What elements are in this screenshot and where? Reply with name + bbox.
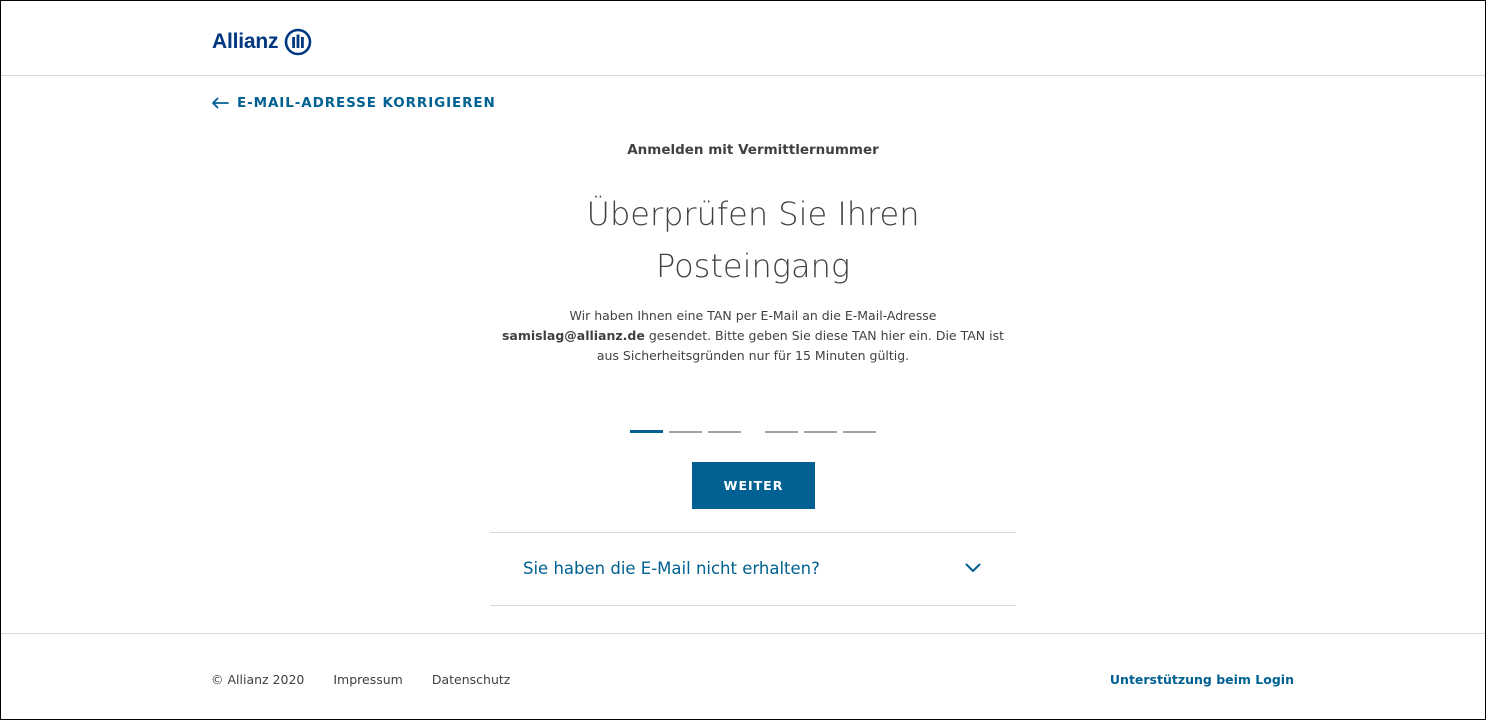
login-support-link[interactable]: Unterstützung beim Login — [1110, 672, 1294, 687]
correct-email-link[interactable]: E-MAIL-ADRESSE KORRIGIEREN — [211, 95, 496, 111]
login-method-label: Anmelden mit Vermittlernummer — [627, 142, 879, 158]
page-title-line2: Posteingang — [655, 247, 851, 285]
site-header: Allianz — [1, 1, 1485, 76]
chevron-down-icon — [965, 563, 981, 572]
footer-links: © Allianz 2020 Impressum Datenschutz — [211, 672, 510, 687]
tan-input-group — [630, 430, 882, 433]
page-title: Überprüfen Sie Ihren Posteingang — [490, 188, 1016, 292]
datenschutz-link[interactable]: Datenschutz — [432, 672, 511, 687]
copyright-text: © Allianz 2020 — [211, 672, 305, 687]
accordion-label: Sie haben die E-Mail nicht erhalten? — [523, 559, 820, 578]
tan-digit-6[interactable] — [843, 431, 876, 433]
instructions-prefix: Wir haben Ihnen eine TAN per E-Mail an d… — [569, 308, 937, 323]
site-footer: © Allianz 2020 Impressum Datenschutz Unt… — [1, 633, 1485, 720]
tan-digit-1[interactable] — [630, 430, 663, 433]
logo-text: Allianz — [212, 30, 279, 53]
correct-email-label: E-MAIL-ADRESSE KORRIGIEREN — [237, 95, 496, 111]
tan-digit-5[interactable] — [804, 431, 837, 433]
tan-digit-3[interactable] — [708, 431, 741, 433]
submit-button[interactable]: WEITER — [692, 462, 815, 509]
impressum-link[interactable]: Impressum — [333, 672, 402, 687]
arrow-left-icon — [212, 97, 229, 109]
allianz-logo[interactable]: Allianz — [212, 28, 312, 56]
allianz-eagle-circle-icon — [284, 28, 312, 56]
email-not-received-accordion[interactable]: Sie haben die E-Mail nicht erhalten? — [490, 532, 1016, 606]
recipient-email: samislag@allianz.de — [501, 328, 645, 343]
tan-digit-4[interactable] — [765, 431, 798, 433]
tan-digit-2[interactable] — [669, 431, 702, 433]
instructions-suffix: gesendet. Bitte geben Sie diese TAN hier… — [596, 328, 1005, 363]
tan-instructions: Wir haben Ihnen eine TAN per E-Mail an d… — [490, 306, 1016, 366]
page-title-line1: Überprüfen Sie Ihren — [586, 195, 920, 233]
